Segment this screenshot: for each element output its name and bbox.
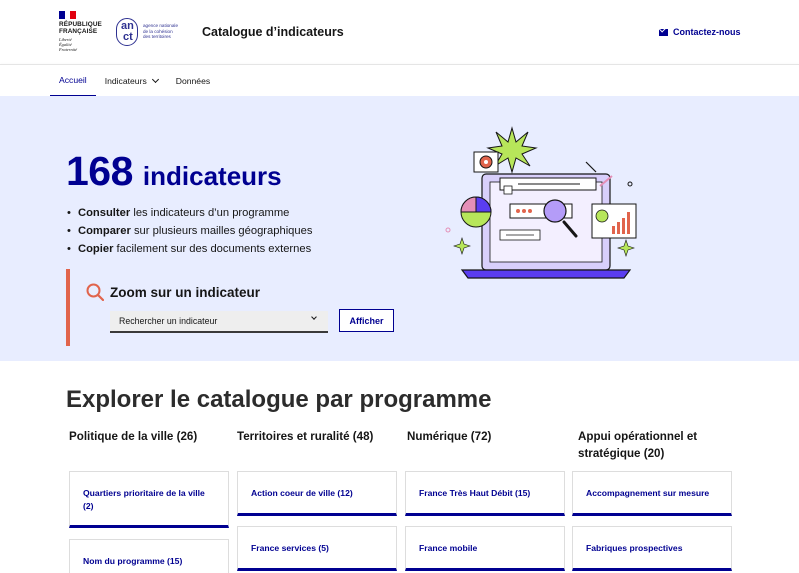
program-heading: Territoires et ruralité (48)	[237, 430, 374, 443]
program-card[interactable]: France services (5)	[237, 526, 397, 571]
nav-item-label: Accueil	[59, 75, 87, 85]
indicator-count: 168 indicateurs	[66, 148, 282, 195]
nav-item-accueil[interactable]: Accueil	[50, 65, 96, 97]
indicator-select[interactable]: Rechercher un indicateur	[110, 311, 328, 333]
marianne-flag-icon	[59, 11, 77, 19]
program-card[interactable]: Nom du programme (15)	[69, 539, 229, 573]
program-column-politique-ville: Politique de la ville (26)	[69, 428, 229, 445]
list-item: Copier facilement sur des documents exte…	[67, 240, 312, 258]
program-card[interactable]: Fabriques prospectives	[572, 526, 732, 571]
program-heading: Politique de la ville (26)	[69, 430, 198, 443]
laptop-analytics-illustration	[445, 126, 637, 279]
nav-item-indicateurs[interactable]: Indicateurs	[96, 65, 167, 97]
anct-logo[interactable]: an ct agence nationale de la cohésion de…	[116, 18, 186, 48]
republique-francaise-text: RÉPUBLIQUE FRANÇAISE	[59, 21, 102, 35]
indicator-select-value: Rechercher un indicateur	[119, 316, 218, 326]
program-heading: Appui opérationnel et stratégique (20)	[578, 430, 698, 460]
program-column-numerique: Numérique (72)	[407, 428, 567, 445]
main-nav: Accueil Indicateurs Données	[0, 64, 799, 97]
chevron-down-icon	[151, 75, 159, 84]
contact-link[interactable]: Contactez-nous	[659, 27, 741, 37]
program-column-appui: Appui opérationnel et stratégique (20)	[578, 428, 718, 462]
program-heading: Numérique (72)	[407, 430, 492, 443]
search-icon	[86, 283, 104, 301]
indicator-count-number: 168	[66, 148, 133, 194]
list-item: Consulter les indicateurs d’un programme	[67, 204, 312, 222]
program-card[interactable]: Accompagnement sur mesure	[572, 471, 732, 516]
catalogue-title: Explorer le catalogue par programme	[66, 386, 492, 413]
program-column-territoires: Territoires et ruralité (48)	[237, 428, 397, 445]
program-card[interactable]: France Très Haut Débit (15)	[405, 471, 565, 516]
header: RÉPUBLIQUE FRANÇAISE Liberté Égalité Fra…	[0, 0, 799, 64]
zoom-title: Zoom sur un indicateur	[110, 285, 261, 300]
program-card[interactable]: France mobile	[405, 526, 565, 571]
show-button[interactable]: Afficher	[339, 309, 394, 332]
nav-item-label: Données	[175, 76, 211, 86]
nav-item-donnees[interactable]: Données	[167, 65, 219, 97]
zoom-indicator-panel: Zoom sur un indicateur Rechercher un ind…	[66, 269, 426, 346]
anct-mark: an ct	[116, 18, 138, 46]
mail-icon	[659, 28, 668, 36]
program-card[interactable]: Quartiers prioritaire de la ville (2)	[69, 471, 229, 528]
feature-list: Consulter les indicateurs d’un programme…	[67, 204, 312, 258]
hero-section: 168 indicateurs Consulter les indicateur…	[0, 96, 799, 361]
site-title[interactable]: Catalogue d’indicateurs	[202, 25, 344, 39]
indicator-count-label: indicateurs	[142, 161, 282, 191]
program-card[interactable]: Action coeur de ville (12)	[237, 471, 397, 516]
nav-item-label: Indicateurs	[104, 76, 147, 86]
list-item: Comparer sur plusieurs mailles géographi…	[67, 222, 312, 240]
contact-label: Contactez-nous	[673, 27, 741, 37]
anct-mark-bottom: ct	[123, 31, 133, 43]
republique-motto: Liberté Égalité Fraternité	[59, 37, 78, 52]
republique-francaise-logo[interactable]: RÉPUBLIQUE FRANÇAISE Liberté Égalité Fra…	[59, 11, 103, 52]
chevron-down-icon	[311, 314, 317, 320]
anct-agency-text: agence nationale de la cohésion des terr…	[143, 23, 178, 39]
